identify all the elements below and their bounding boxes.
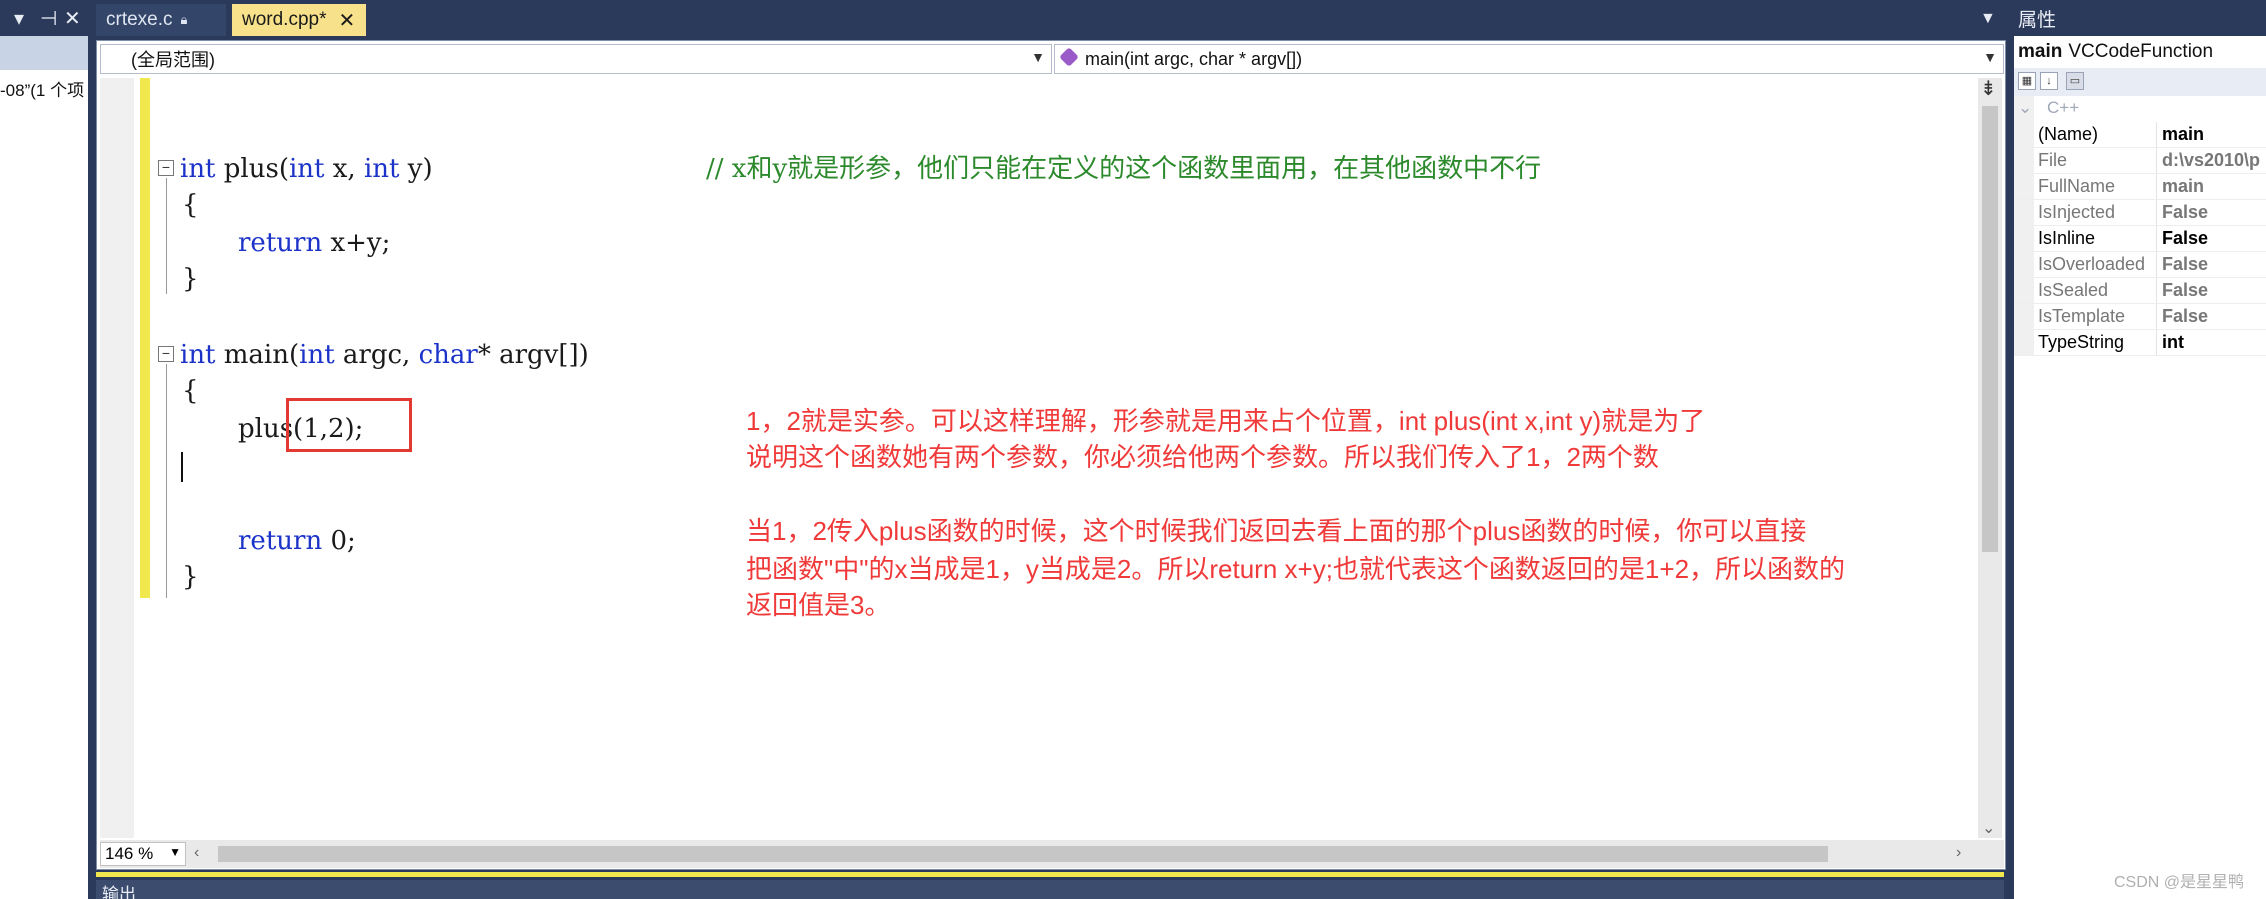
tab-label: word.cpp* (242, 9, 327, 30)
property-row[interactable]: FullName main (2014, 174, 2266, 200)
property-row[interactable]: File d:\vs2010\p (2014, 148, 2266, 174)
code-line-3: return x+y; (238, 228, 391, 258)
annotation-line-1: 1，2就是实参。可以这样理解，形参就是用来占个位置，int plus(int x… (746, 406, 1706, 436)
output-panel-header[interactable]: 输出 (96, 880, 2004, 899)
properties-header: 属性 (2014, 0, 2266, 36)
chevron-down-icon: ▼ (1983, 49, 1997, 65)
code-line-9: } (182, 562, 199, 592)
property-row[interactable]: IsSealed False (2014, 278, 2266, 304)
property-pages-icon[interactable]: ▭ (2066, 72, 2084, 90)
object-name: main (2018, 41, 2063, 62)
property-row[interactable]: (Name) main (2014, 122, 2266, 148)
annotation-line-2: 说明这个函数她有两个参数，你必须给他两个参数。所以我们传入了1，2两个数 (746, 442, 1659, 472)
lock-icon: 🔒︎ (180, 12, 188, 27)
code-line-5: int main(int argc, char* argv[]) (180, 340, 589, 370)
indicator-margin (100, 78, 134, 838)
chevron-down-icon: ▼ (1031, 49, 1045, 65)
zoom-dropdown[interactable]: 146 % ▼ (100, 842, 186, 866)
tree-item-label[interactable]: -08”(1 个项 (0, 76, 84, 101)
pin-icon[interactable]: ⊣ (40, 6, 57, 31)
zoom-value: 146 % (105, 844, 154, 863)
chevron-down-icon: ▼ (169, 845, 181, 859)
watermark: CSDN @是星星鸭 (2114, 874, 2245, 891)
property-row[interactable]: IsTemplate False (2014, 304, 2266, 330)
annotation-line-3: 当1，2传入plus函数的时候，这个时候我们返回去看上面的那个plus函数的时候… (746, 516, 1807, 546)
scope-value: (全局范围) (131, 50, 215, 70)
active-document-border (96, 872, 2004, 877)
annotation-line-5: 返回值是3。 (746, 590, 891, 620)
properties-object-selector[interactable]: main VCCodeFunction (2014, 36, 2266, 68)
scroll-down-icon[interactable]: ⌄ (1982, 818, 1995, 838)
property-row[interactable]: IsInline False (2014, 226, 2266, 252)
fold-guide (166, 178, 167, 294)
changed-lines-marker (140, 78, 150, 598)
tab-label: crtexe.c (106, 9, 173, 30)
scroll-left-icon[interactable]: ‹ (194, 844, 199, 862)
property-row[interactable]: TypeString int (2014, 330, 2266, 356)
vertical-scroll-thumb[interactable] (1982, 106, 1998, 552)
properties-title: 属性 (2018, 9, 2057, 31)
alphabetical-icon[interactable]: ↓ (2040, 72, 2058, 90)
scope-dropdown[interactable]: (全局范围) ▼ (100, 44, 1052, 74)
close-tab-icon[interactable]: ✕ (339, 8, 356, 33)
code-line-8: return 0; (238, 526, 356, 556)
collapse-plus-icon[interactable]: − (158, 160, 174, 176)
property-row[interactable]: IsOverloaded False (2014, 252, 2266, 278)
output-title: 输出 (102, 885, 136, 899)
code-comment: // x和y就是形参，他们只能在定义的这个函数里面用，在其他函数中不行 (706, 154, 1542, 184)
split-window-icon[interactable]: ⇟ (1980, 76, 1997, 101)
argument-highlight-box (286, 398, 412, 452)
object-type: VCCodeFunction (2068, 41, 2214, 62)
close-icon[interactable]: ✕ (64, 6, 81, 31)
fold-guide (166, 364, 167, 598)
text-caret (181, 452, 183, 482)
property-row[interactable]: IsInjected False (2014, 200, 2266, 226)
selected-tree-item[interactable] (0, 36, 88, 70)
collapse-main-icon[interactable]: − (158, 346, 174, 362)
code-line-2: { (182, 190, 199, 220)
scroll-right-icon[interactable]: › (1956, 844, 1961, 862)
solution-explorer-header: ▾ ⊣ ✕ (0, 0, 88, 36)
tab-word-cpp[interactable]: word.cpp* ✕ (232, 4, 366, 36)
tab-crtexe[interactable]: crtexe.c 🔒︎ (96, 4, 226, 36)
categorized-icon[interactable]: ▦ (2018, 72, 2036, 90)
solution-explorer-panel (0, 0, 88, 899)
tab-list-dropdown-icon[interactable]: ▼ (1980, 10, 1996, 28)
panel-dropdown-icon[interactable]: ▾ (14, 6, 24, 31)
annotation-line-4: 把函数"中"的x当成是1，y当成是2。所以return x+y;也就代表这个函数… (746, 554, 1846, 584)
code-line-6: { (182, 376, 199, 406)
horizontal-scroll-thumb[interactable] (218, 846, 1828, 862)
code-line-4: } (182, 264, 199, 294)
category-c-plus-plus[interactable]: ⌄ C++ (2018, 98, 2079, 118)
collapse-icon: ⌄ (2018, 98, 2033, 117)
code-line-1: int plus(int x, int y) (180, 154, 433, 184)
function-dropdown[interactable]: main(int argc, char * argv[]) ▼ (1054, 44, 2004, 74)
function-value: main(int argc, char * argv[]) (1085, 48, 1303, 69)
